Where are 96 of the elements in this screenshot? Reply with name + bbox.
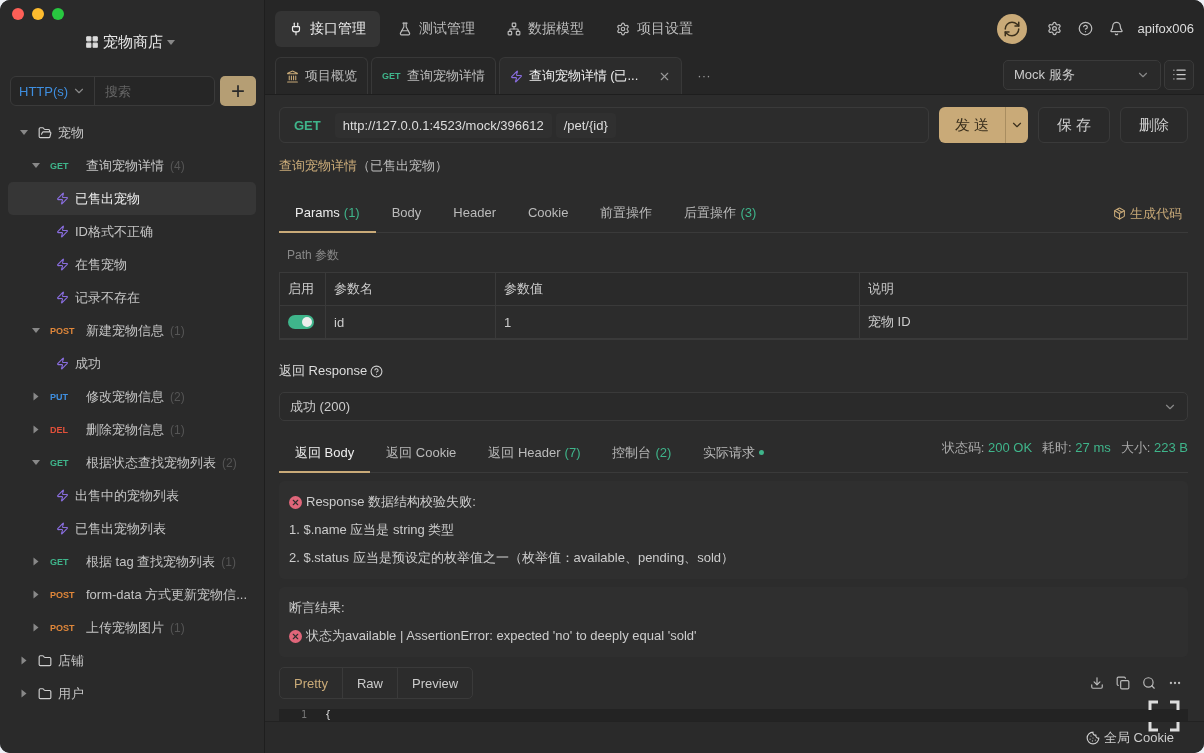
params-tab[interactable]: 后置操作 (3) bbox=[668, 194, 773, 233]
lightning-icon bbox=[56, 522, 69, 535]
lightning-icon bbox=[56, 291, 69, 304]
maximize-button[interactable] bbox=[52, 8, 64, 20]
code-line: { bbox=[325, 709, 332, 721]
protocol-select[interactable]: HTTP(s) bbox=[11, 77, 96, 105]
response-tab[interactable]: 实际请求 bbox=[687, 434, 781, 473]
nav-tab[interactable]: 数据模型 bbox=[493, 10, 598, 47]
table-cell: 1 bbox=[496, 306, 860, 340]
nav-tab[interactable]: 项目设置 bbox=[602, 10, 707, 47]
error-message: 1. $.name 应当是 string 类型 bbox=[289, 521, 455, 540]
response-label: 返回 Response bbox=[279, 362, 368, 381]
view-tab[interactable]: Preview bbox=[398, 668, 473, 699]
cookie-icon bbox=[1085, 730, 1100, 745]
folder-item[interactable]: 宠物 bbox=[8, 116, 256, 149]
lightning-icon bbox=[56, 192, 69, 205]
response-stat: 大小: 223 B bbox=[1120, 439, 1188, 458]
focus-frame-icon[interactable] bbox=[1148, 700, 1180, 732]
response-select[interactable]: 成功 (200) bbox=[279, 392, 1188, 422]
response-tab[interactable]: 返回 Cookie bbox=[370, 434, 473, 473]
params-tab[interactable]: Body bbox=[375, 194, 438, 233]
gear-icon bbox=[616, 21, 630, 36]
table-cell: id bbox=[326, 306, 496, 340]
column-header: 参数值 bbox=[496, 273, 860, 307]
response-tab[interactable]: 返回 Body bbox=[279, 434, 371, 473]
refresh-icon bbox=[1002, 19, 1021, 38]
case-item[interactable]: 在售宠物 bbox=[8, 248, 256, 281]
lightning-icon bbox=[509, 69, 523, 83]
view-tab[interactable]: Pretty bbox=[280, 668, 343, 699]
document-tab[interactable]: 查询宠物详情 (已... bbox=[498, 57, 683, 94]
response-tab[interactable]: 返回 Header (7) bbox=[472, 434, 597, 473]
network-icon bbox=[507, 21, 521, 36]
grid-icon bbox=[85, 35, 99, 49]
lightning-icon bbox=[56, 357, 69, 370]
folder-item[interactable]: 用户 bbox=[8, 677, 256, 710]
list-icon[interactable] bbox=[1164, 59, 1194, 90]
params-tab[interactable]: 前置操作 bbox=[584, 194, 669, 233]
bank-icon bbox=[286, 69, 299, 83]
global-cookie-button[interactable]: 全局 Cookie bbox=[1079, 727, 1180, 748]
case-item[interactable]: ID格式不正确 bbox=[8, 215, 256, 248]
params-tab[interactable]: Header bbox=[437, 194, 512, 233]
generate-code-button[interactable]: 生成代码 bbox=[1107, 203, 1188, 224]
lightning-icon bbox=[56, 258, 69, 271]
error-icon bbox=[289, 629, 302, 643]
add-button[interactable]: + bbox=[220, 76, 256, 106]
folder-icon bbox=[38, 125, 52, 140]
caret-icon bbox=[167, 39, 175, 45]
error-icon bbox=[289, 495, 302, 509]
close-button[interactable] bbox=[12, 8, 24, 20]
more-tabs-button[interactable]: ··· bbox=[685, 57, 723, 94]
table-cell: 宠物 ID bbox=[860, 306, 1187, 340]
case-item[interactable]: 已售出宠物列表 bbox=[8, 512, 256, 545]
search-field[interactable]: HTTP(s) 搜索 bbox=[10, 76, 215, 106]
nav-tab[interactable]: 测试管理 bbox=[384, 10, 489, 47]
cube-icon bbox=[1113, 207, 1126, 221]
flask-icon bbox=[398, 21, 412, 36]
help-icon[interactable] bbox=[370, 364, 384, 378]
nav-tab[interactable]: 接口管理 bbox=[275, 10, 380, 47]
section-label: Path 参数 bbox=[287, 247, 341, 265]
minimize-button[interactable] bbox=[32, 8, 44, 20]
sync-button[interactable] bbox=[996, 13, 1027, 44]
assertion-title: 断言结果: bbox=[289, 599, 345, 618]
save-button[interactable]: 保 存 bbox=[1037, 107, 1110, 144]
params-tab[interactable]: Params (1) bbox=[279, 194, 376, 233]
lightning-icon bbox=[56, 489, 69, 502]
document-tab[interactable]: 项目概览 bbox=[275, 57, 368, 94]
response-stat: 状态码: 200 OK bbox=[941, 439, 1033, 458]
case-item[interactable]: 成功 bbox=[8, 347, 256, 380]
response-tab[interactable]: 控制台 (2) bbox=[596, 434, 688, 473]
column-header: 启用 bbox=[280, 273, 326, 307]
column-header: 参数名 bbox=[326, 273, 496, 307]
line-number: 1 bbox=[301, 709, 308, 721]
validation-title: Response 数据结构校验失败: bbox=[306, 493, 476, 512]
plug-icon bbox=[289, 21, 303, 36]
case-item[interactable]: 记录不存在 bbox=[8, 281, 256, 314]
username[interactable]: apifox006 bbox=[1137, 21, 1194, 36]
response-stat: 耗时: 27 ms bbox=[1042, 439, 1111, 458]
case-item[interactable]: 已售出宠物 bbox=[8, 182, 256, 215]
project-name[interactable]: 宠物商店 bbox=[103, 32, 163, 52]
error-message: 2. $.status 应当是预设定的枚举值之一（枚举值：available、pending、sold） bbox=[289, 549, 735, 568]
case-name: （已售出宠物） bbox=[357, 157, 448, 176]
endpoint-link[interactable]: 查询宠物详情 bbox=[279, 157, 357, 176]
delete-button[interactable]: 删除 bbox=[1120, 107, 1188, 144]
view-tab[interactable]: Raw bbox=[342, 668, 398, 699]
environment-select[interactable]: Mock 服务 bbox=[1003, 59, 1161, 90]
folder-icon bbox=[38, 653, 52, 668]
enable-toggle[interactable] bbox=[288, 315, 314, 330]
url-field[interactable]: GET http://127.0.0.1:4523/mock/396612 /pet/{id} bbox=[279, 107, 929, 144]
folder-item[interactable]: 店铺 bbox=[8, 644, 256, 677]
case-item[interactable]: 出售中的宠物列表 bbox=[8, 479, 256, 512]
params-tab[interactable]: Cookie bbox=[511, 194, 585, 233]
endpoint-item[interactable]: POST form-data 方式更新宠物信... bbox=[8, 578, 256, 611]
assertion-message: 状态为available | AssertionError: expected 'no' to deeply equal 'sold' bbox=[306, 627, 697, 646]
lightning-icon bbox=[56, 225, 69, 238]
document-tab[interactable]: GET 查询宠物详情 bbox=[371, 57, 496, 94]
folder-icon bbox=[38, 686, 52, 701]
